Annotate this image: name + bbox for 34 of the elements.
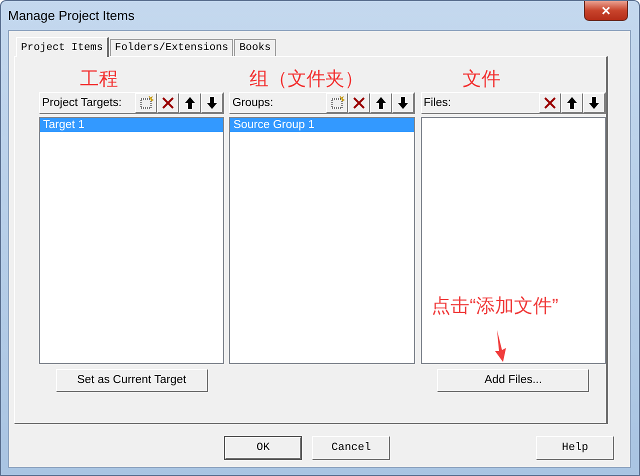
dialog-button[interactable]: Help xyxy=(536,436,614,460)
annotation-text: 文件 xyxy=(462,68,501,92)
up-button[interactable] xyxy=(179,93,202,113)
up-button[interactable] xyxy=(370,93,392,113)
delete-icon xyxy=(160,95,176,111)
arrow-drawing xyxy=(494,330,508,362)
tab[interactable]: Project Items xyxy=(16,37,109,57)
dialog-button[interactable]: Cancel xyxy=(312,436,390,460)
new-item-icon xyxy=(328,95,345,111)
delete-button[interactable] xyxy=(538,93,561,113)
tab[interactable]: Folders/Extensions xyxy=(110,39,234,56)
annotation-text: 组（文件夹） xyxy=(248,68,364,92)
window-title: Manage Project Items xyxy=(8,8,134,23)
new-button[interactable] xyxy=(326,93,348,113)
annotation-text: 点击“添加文件” xyxy=(432,295,558,319)
delete-button[interactable] xyxy=(157,93,180,113)
new-item-icon xyxy=(138,95,154,111)
dialog-button[interactable]: OK xyxy=(224,436,302,460)
action-button[interactable]: Set as Current Target xyxy=(56,368,208,392)
annotation-text: 工程 xyxy=(79,68,119,92)
list-label: Project Targets: xyxy=(42,97,122,109)
close-button[interactable]: ✕ xyxy=(584,1,628,21)
tab[interactable]: Books xyxy=(234,39,276,56)
new-button[interactable] xyxy=(135,93,158,113)
down-button[interactable] xyxy=(201,93,224,113)
list-label: Groups: xyxy=(232,97,274,109)
delete-icon xyxy=(350,95,367,111)
delete-icon xyxy=(542,95,558,111)
delete-button[interactable] xyxy=(348,93,370,113)
up-button[interactable] xyxy=(560,93,583,113)
action-button[interactable]: Add Files... xyxy=(437,368,590,392)
down-button[interactable] xyxy=(582,93,605,113)
list-label: Files: xyxy=(424,97,452,109)
down-button[interactable] xyxy=(392,93,414,113)
